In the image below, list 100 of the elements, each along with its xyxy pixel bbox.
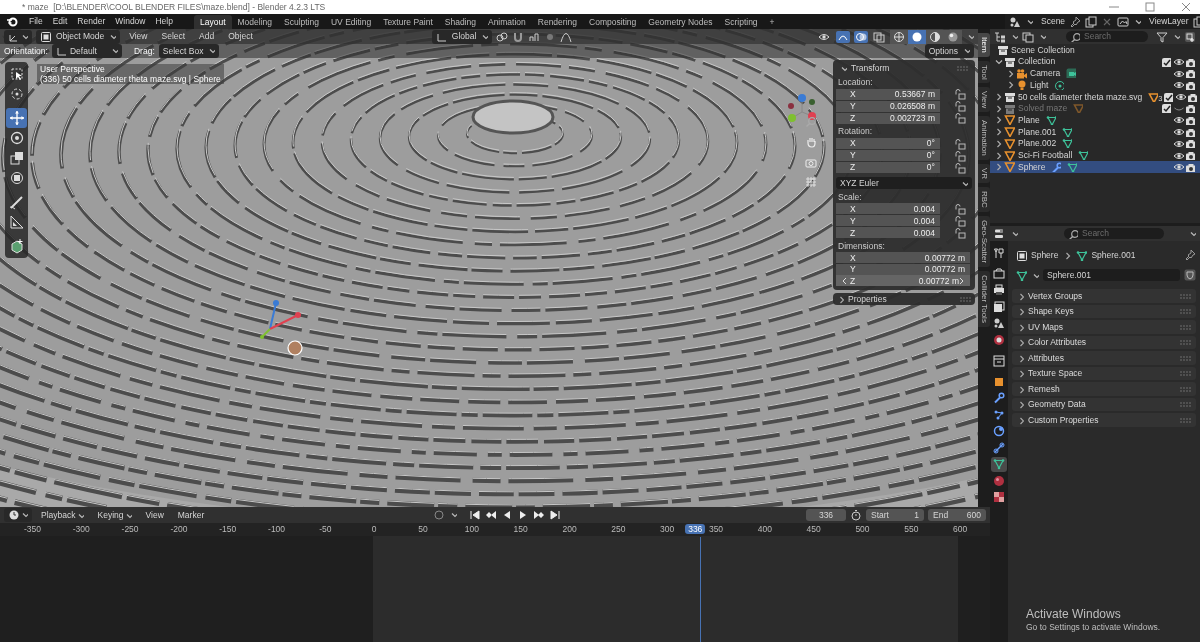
sidebar-tab[interactable]: Collider Tools	[978, 271, 990, 328]
workspace-tab[interactable]: Texture Paint	[377, 14, 439, 29]
add-workspace-button[interactable]: +	[763, 14, 781, 29]
outliner-row[interactable]: Plane.001	[990, 125, 1200, 138]
number-field[interactable]: X 0.53667 m	[836, 88, 940, 100]
frame-tick-label: 550	[904, 524, 919, 535]
playhead-frame-label[interactable]: 336	[685, 524, 706, 535]
workspace-tab[interactable]: Geometry Nodes	[642, 14, 719, 29]
frame-tick-label: -100	[268, 524, 286, 535]
number-field[interactable]: Z 0.002723 m	[836, 112, 940, 124]
number-field[interactable]: Y 0°	[836, 149, 940, 161]
menu-item[interactable]: Edit	[47, 15, 73, 28]
selected-outliner-row[interactable]: Sphere	[990, 160, 1200, 173]
frame-tick-label: 400	[757, 524, 772, 535]
transform-orientation-dropdown[interactable]: Default	[51, 44, 122, 58]
frame-tick-label: 250	[611, 524, 626, 535]
panel-header[interactable]: Shape Keys	[1012, 304, 1196, 319]
drag-dropdown[interactable]: Select Box	[158, 44, 220, 58]
frame-tick-label: -200	[170, 524, 188, 535]
outliner-row[interactable]: Camera	[990, 67, 1200, 80]
workspace-tab[interactable]: Compositing	[583, 14, 643, 29]
panel-header[interactable]: Attributes	[1012, 351, 1196, 365]
search-box[interactable]: Search	[1066, 31, 1148, 42]
menu-item[interactable]: View	[140, 508, 169, 522]
sidebar-tab[interactable]: RBC	[978, 187, 990, 213]
panel-header[interactable]: UV Maps	[1012, 320, 1196, 334]
datablock-name-field[interactable]: Sphere.001	[1043, 269, 1180, 282]
workspace-tab[interactable]: Shading	[438, 14, 482, 29]
panel-header[interactable]: Texture Space	[1012, 366, 1196, 381]
number-field[interactable]: Z 0.00772 m	[836, 275, 970, 287]
menu-item[interactable]: Help	[150, 15, 178, 28]
menu-item[interactable]: Playback	[36, 508, 89, 522]
outliner-row[interactable]: Scene Collection	[990, 44, 1200, 56]
workspace-tab[interactable]: Layout	[193, 14, 232, 29]
number-field[interactable]: Y 0.026508 m	[836, 100, 940, 112]
frame-tick-label: 150	[513, 524, 528, 535]
field-label: Dimensions:	[837, 239, 886, 253]
panel-header[interactable]: Custom Properties	[1012, 413, 1196, 427]
panel-header[interactable]: Geometry Data	[1012, 397, 1196, 412]
number-field[interactable]: Y 0.00772 m	[836, 263, 970, 275]
number-field[interactable]: Y 0.004	[836, 215, 940, 227]
workspace-tab[interactable]: UV Editing	[324, 14, 378, 29]
menu-item[interactable]: View	[124, 30, 153, 43]
search-box[interactable]: Search	[1064, 228, 1164, 239]
number-field[interactable]: Z 0°	[836, 161, 940, 173]
field-label: Rotation:	[837, 125, 874, 138]
menu-item[interactable]: File	[24, 15, 48, 28]
frame-tick-label: 500	[855, 524, 870, 535]
workspace-tab[interactable]: Animation	[481, 14, 532, 29]
mode-dropdown[interactable]: Object Mode	[36, 29, 121, 44]
end-frame-field[interactable]: End 600	[928, 508, 986, 522]
workspace-tab[interactable]: Scripting	[718, 14, 764, 29]
menu-item[interactable]: Render	[72, 15, 111, 28]
frame-tick-label: -250	[121, 524, 139, 535]
frame-tick-label: -350	[23, 524, 41, 535]
field-label: Scale:	[837, 190, 863, 203]
menu-item[interactable]: Marker	[172, 508, 210, 522]
workspace-tab[interactable]: Rendering	[531, 14, 583, 29]
start-frame-field[interactable]: Start 1	[866, 508, 924, 522]
panel-header[interactable]: Remesh	[1012, 382, 1196, 396]
number-field[interactable]: Z 0.004	[836, 227, 940, 239]
scene-name[interactable]: Scene	[1041, 16, 1066, 27]
sidebar-tab[interactable]: Item	[978, 33, 990, 57]
outliner-row[interactable]: Light	[990, 79, 1200, 91]
window-title: * maze [D:\BLENDER\COOL BLENDER FILES\maze.blend] - Blender 4.2.3 LTS	[22, 1, 326, 13]
frame-tick-label: -50	[319, 524, 332, 535]
menu-item[interactable]: Keying	[92, 508, 137, 522]
rotation-mode-dropdown[interactable]: XYZ Euler	[836, 176, 972, 189]
menu-item[interactable]: Object	[223, 30, 258, 43]
field-label: Location:	[837, 76, 874, 89]
frame-tick-label: 600	[953, 524, 968, 535]
number-field[interactable]: X 0.00772 m	[836, 252, 970, 264]
menu-item[interactable]: Window	[110, 15, 151, 28]
menu-item[interactable]: Add	[194, 30, 220, 43]
current-frame-field[interactable]: 336	[806, 508, 846, 522]
frame-tick-label: 100	[464, 524, 479, 535]
panel-title[interactable]: Transform	[851, 63, 890, 74]
sidebar-tab[interactable]: Tool	[978, 60, 990, 84]
options-dropdown[interactable]: Options	[924, 44, 974, 58]
workspace-tab[interactable]: Sculpting	[278, 14, 325, 29]
outliner-row[interactable]: Plane.002	[990, 137, 1200, 150]
panel-header[interactable]: Vertex Groups	[1012, 289, 1196, 303]
sidebar-tab[interactable]: Geo-Scatter	[978, 216, 990, 268]
sidebar-tab[interactable]: VR	[978, 164, 990, 184]
frame-tick-label: 50	[418, 524, 428, 535]
number-field[interactable]: X 0.004	[836, 203, 940, 215]
outliner-row[interactable]: Collection	[990, 55, 1200, 68]
panel-header[interactable]: Color Attributes	[1012, 335, 1196, 350]
viewport-info-text: User Perspective	[40, 64, 106, 75]
menu-item[interactable]: Select	[156, 30, 191, 43]
orientation-label: Orientation:	[4, 45, 48, 57]
orientation-dropdown[interactable]: Global	[431, 29, 493, 44]
outliner-row[interactable]: Sci-Fi Football	[990, 149, 1200, 161]
sidebar-tab[interactable]: Animation	[978, 116, 990, 161]
workspace-tab[interactable]: Modeling	[231, 14, 278, 29]
sidebar-tab[interactable]: View	[978, 87, 990, 113]
view-layer-name[interactable]: ViewLayer	[1149, 16, 1189, 27]
frame-tick-label: 350	[708, 524, 724, 535]
outliner-row[interactable]: Plane	[990, 114, 1200, 126]
number-field[interactable]: X 0°	[836, 137, 940, 149]
